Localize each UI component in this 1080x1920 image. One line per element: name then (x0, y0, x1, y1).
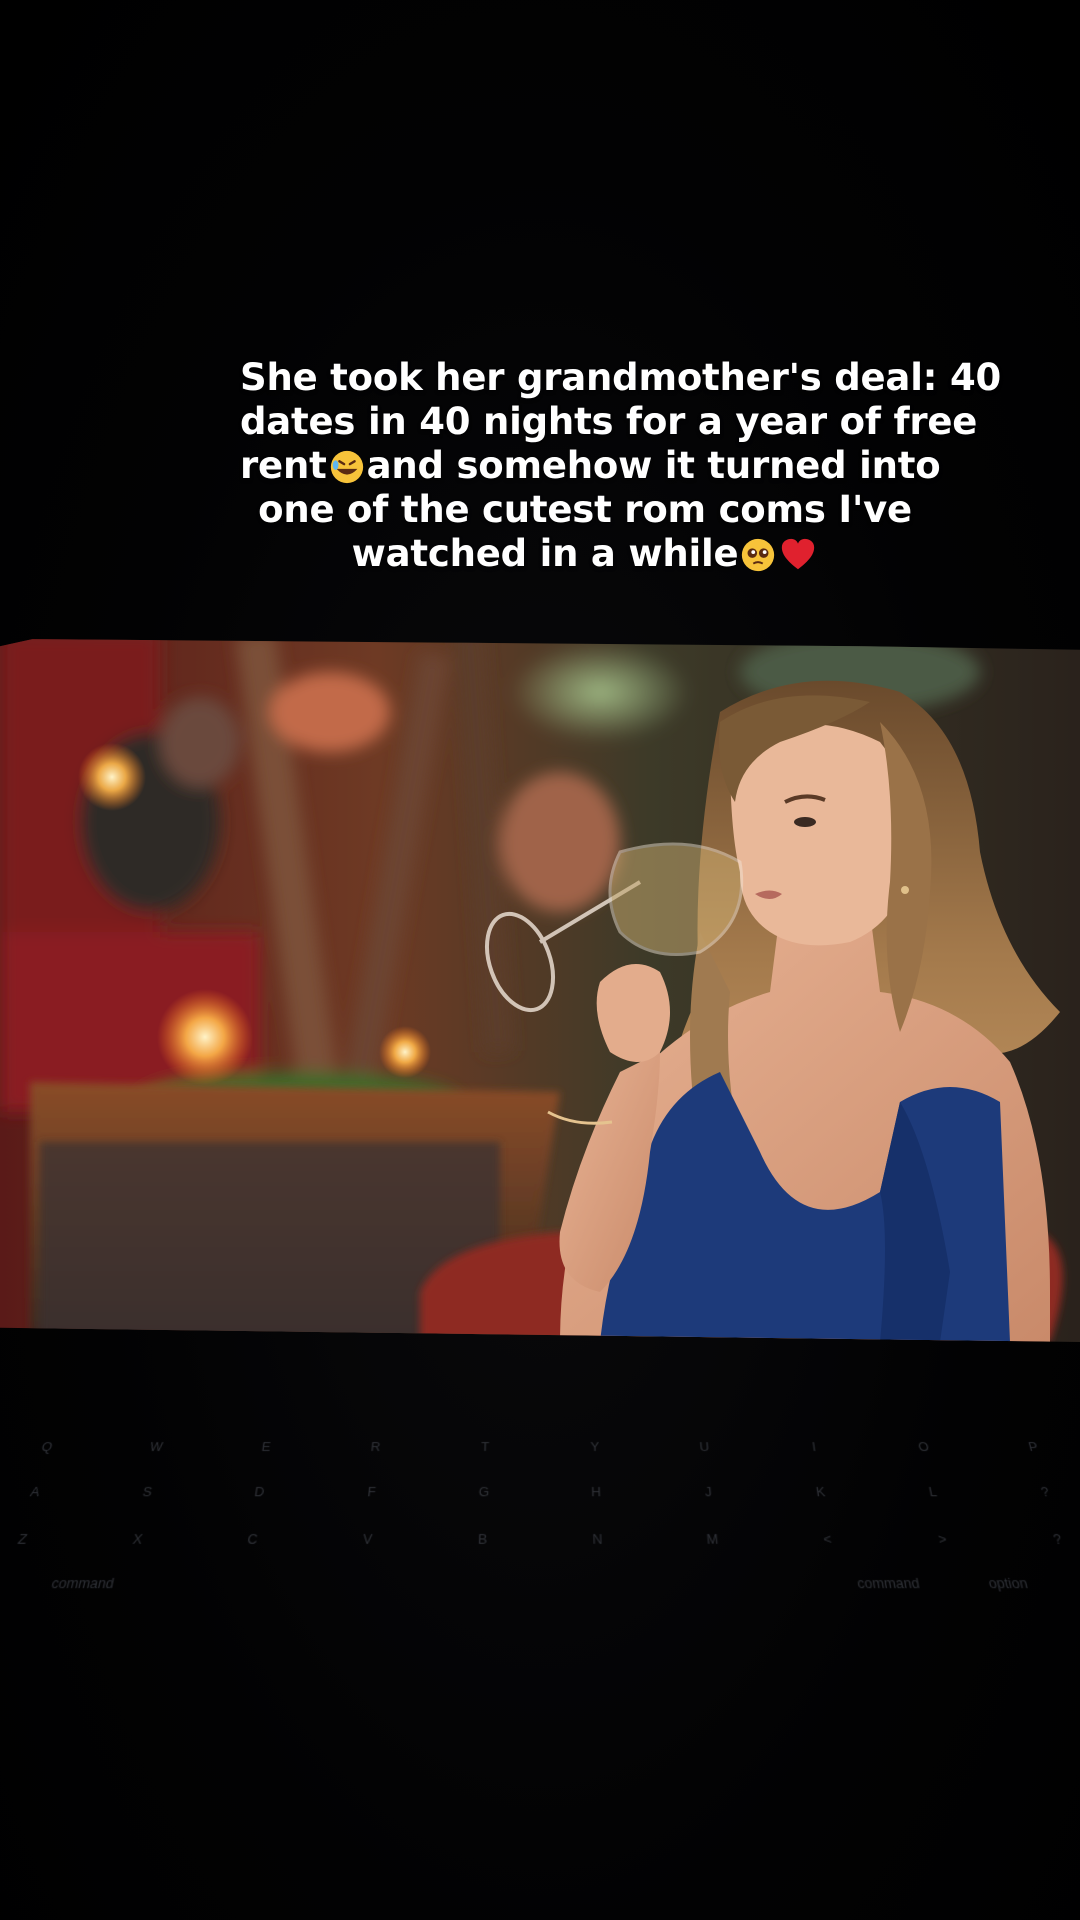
video-caption: She took her grandmother's deal: 40 date… (240, 356, 1002, 576)
keyboard-row-3: Z X C V B N M < > ? (0, 1531, 1080, 1575)
red-heart-icon (779, 536, 817, 574)
key: N (592, 1530, 603, 1548)
caption-line-4: one of the cutest rom coms I've (258, 488, 912, 531)
key: Y (590, 1439, 600, 1454)
caption-line-3-start: rent (240, 444, 327, 487)
key: K (814, 1483, 827, 1500)
movie-scene-image (0, 639, 1080, 1342)
key: B (477, 1530, 488, 1548)
command-key-right: command (855, 1574, 921, 1592)
keyboard-row-4: command command option (0, 1575, 1080, 1621)
key: E (260, 1439, 272, 1454)
key: W (148, 1439, 165, 1454)
key: < (822, 1530, 833, 1548)
key: J (704, 1483, 713, 1500)
key: O (916, 1439, 931, 1454)
key: U (698, 1439, 710, 1454)
caption-line-2: dates in 40 nights for a year of free (240, 400, 978, 443)
option-key: option (986, 1574, 1030, 1592)
caption-line-3: rent and somehow it turned into (240, 444, 941, 488)
caption-line-1: She took her grandmother's deal: 40 (240, 356, 1002, 399)
key: A (28, 1483, 42, 1500)
video-frame[interactable] (0, 639, 1080, 1342)
key: S (141, 1483, 154, 1500)
keyboard-row-1: Q W E R T Y U I O P (0, 1439, 1080, 1479)
key: M (705, 1530, 719, 1548)
caption-line-5: watched in a while (240, 532, 930, 576)
caption-line-5-text: watched in a while (351, 532, 739, 575)
rolling-on-floor-laughing-icon (328, 448, 366, 486)
key: V (362, 1530, 373, 1548)
caption-line-3-end: and somehow it turned into (366, 444, 941, 487)
key: P (1026, 1439, 1040, 1454)
command-key-left: command (49, 1574, 116, 1592)
key: R (370, 1439, 382, 1454)
key: C (246, 1530, 259, 1548)
key: H (591, 1483, 602, 1500)
key: D (253, 1483, 266, 1500)
key: Z (16, 1530, 30, 1548)
key: Q (39, 1439, 55, 1454)
key: I (810, 1439, 817, 1454)
pleading-face-icon (739, 536, 777, 574)
keyboard-row-2: A S D F G H J K L ? (0, 1484, 1080, 1526)
key: G (478, 1483, 490, 1500)
key: ? (1039, 1483, 1051, 1500)
key: ? (1051, 1530, 1064, 1548)
key: > (936, 1530, 949, 1548)
key: F (366, 1483, 377, 1500)
laptop-keyboard: Q W E R T Y U I O P A S D F G H J K L ? … (0, 1420, 1080, 1706)
key: T (480, 1439, 490, 1454)
key: X (131, 1530, 144, 1548)
key: L (927, 1483, 939, 1500)
